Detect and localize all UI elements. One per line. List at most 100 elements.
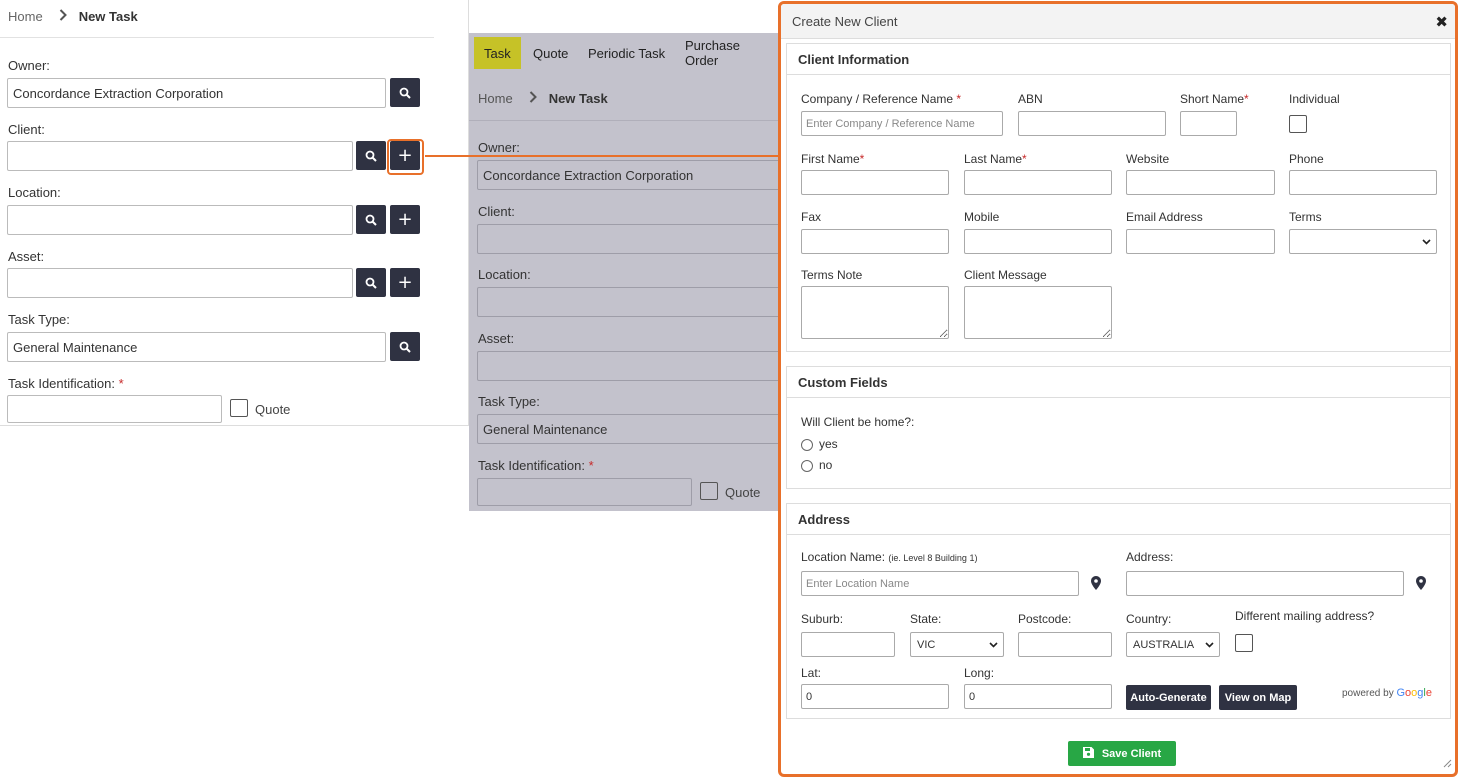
phone-input[interactable] xyxy=(1289,170,1437,195)
terms-label: Terms xyxy=(1289,210,1322,224)
state-label: State: xyxy=(910,612,942,626)
add-location-button[interactable]: + xyxy=(390,205,420,234)
client-input[interactable] xyxy=(7,141,353,171)
radio-no[interactable] xyxy=(801,460,813,472)
suburb-label: Suburb: xyxy=(801,612,844,626)
chevron-right-icon xyxy=(529,90,537,106)
short-name-input[interactable] xyxy=(1180,111,1237,136)
add-asset-button[interactable]: + xyxy=(390,268,420,297)
task-type-input[interactable] xyxy=(7,332,386,362)
abn-label: ABN xyxy=(1018,92,1043,106)
terms-select[interactable] xyxy=(1289,229,1437,254)
short-name-label: Short Name* xyxy=(1180,92,1249,106)
mobile-label: Mobile xyxy=(964,210,1000,224)
tab-purchase-order[interactable]: Purchase Order xyxy=(675,37,781,69)
lat-input[interactable] xyxy=(801,684,949,709)
website-label: Website xyxy=(1126,152,1170,166)
postcode-input[interactable] xyxy=(1018,632,1112,657)
breadcrumb: Home New Task xyxy=(8,8,138,24)
location-input[interactable] xyxy=(7,205,353,235)
add-client-highlight xyxy=(387,139,424,175)
country-selected-value: AUSTRALIA xyxy=(1133,638,1195,651)
terms-note-textarea[interactable] xyxy=(801,286,949,339)
fax-label: Fax xyxy=(801,210,822,224)
last-name-input[interactable] xyxy=(964,170,1112,195)
location-name-input[interactable] xyxy=(801,571,1079,596)
task-identification-input[interactable] xyxy=(7,395,222,423)
powered-by-google: powered by Google xyxy=(1342,687,1432,699)
address-title: Address xyxy=(798,512,851,527)
map-pin-icon[interactable] xyxy=(1091,576,1101,593)
asset-input[interactable] xyxy=(7,268,353,298)
view-on-map-button[interactable]: View on Map xyxy=(1219,685,1297,710)
client-search-button[interactable] xyxy=(356,141,386,170)
company-input[interactable] xyxy=(801,111,1003,136)
long-label: Long: xyxy=(964,666,995,680)
panel-header: Client Information xyxy=(787,44,1450,75)
client-information-panel: Client Information Company / Reference N… xyxy=(786,43,1451,352)
breadcrumb: Home New Task xyxy=(478,90,608,106)
resize-handle-icon[interactable] xyxy=(1442,756,1452,771)
owner-search-button[interactable] xyxy=(390,78,420,107)
owner-input[interactable] xyxy=(7,78,386,108)
divider xyxy=(0,37,434,38)
task-type-search-button[interactable] xyxy=(390,332,420,361)
tab-quote[interactable]: Quote xyxy=(523,37,578,69)
chevron-right-icon xyxy=(59,8,67,24)
asset-search-button[interactable] xyxy=(356,268,386,297)
short-name-label-text: Short Name xyxy=(1180,92,1245,106)
task-identification-label: Task Identification: * xyxy=(8,376,124,391)
phone-label: Phone xyxy=(1289,152,1324,166)
task-identification-label-text: Task Identification: xyxy=(8,376,115,391)
auto-generate-button[interactable]: Auto-Generate xyxy=(1126,685,1211,710)
email-input[interactable] xyxy=(1126,229,1275,254)
state-select[interactable]: VIC xyxy=(910,632,1004,657)
long-input[interactable] xyxy=(964,684,1112,709)
quote-checkbox xyxy=(700,482,718,500)
map-pin-icon[interactable] xyxy=(1416,576,1426,593)
close-icon[interactable]: ✖ xyxy=(1435,13,1448,31)
mailing-address-checkbox[interactable] xyxy=(1235,634,1253,652)
radio-no-label: no xyxy=(819,458,833,472)
save-client-label: Save Client xyxy=(1101,747,1162,760)
plus-icon: + xyxy=(397,208,413,230)
mailing-address-label: Different mailing address? xyxy=(1235,609,1375,623)
postcode-label: Postcode: xyxy=(1018,612,1072,626)
task-type-input xyxy=(477,414,781,444)
owner-label: Owner: xyxy=(8,58,50,73)
save-client-button[interactable]: Save Client xyxy=(1068,741,1176,766)
fax-input[interactable] xyxy=(801,229,949,254)
website-input[interactable] xyxy=(1126,170,1275,195)
custom-fields-panel: Custom Fields Will Client be home?: yes … xyxy=(786,366,1451,489)
client-message-label: Client Message xyxy=(964,268,1047,282)
plus-icon: + xyxy=(397,271,413,293)
required-mark: * xyxy=(588,458,594,473)
breadcrumb-home[interactable]: Home xyxy=(478,91,513,106)
required-mark: * xyxy=(1244,92,1249,106)
google-logo: Google xyxy=(1396,687,1432,699)
task-identification-label: Task Identification: * xyxy=(478,458,594,473)
client-message-textarea[interactable] xyxy=(964,286,1112,339)
suburb-input[interactable] xyxy=(801,632,895,657)
tab-task[interactable]: Task xyxy=(474,37,521,69)
abn-input[interactable] xyxy=(1018,111,1166,136)
radio-yes-label: yes xyxy=(819,437,838,451)
search-icon xyxy=(365,214,377,226)
country-select[interactable]: AUSTRALIA xyxy=(1126,632,1220,657)
location-search-button[interactable] xyxy=(356,205,386,234)
individual-checkbox[interactable] xyxy=(1289,115,1307,133)
lat-label: Lat: xyxy=(801,666,822,680)
radio-yes[interactable] xyxy=(801,439,813,451)
breadcrumb-home[interactable]: Home xyxy=(8,9,43,24)
task-type-label: Task Type: xyxy=(8,312,70,327)
chevron-down-icon xyxy=(1205,640,1214,652)
state-selected-value: VIC xyxy=(917,638,936,651)
modal-title: Create New Client xyxy=(792,14,898,29)
first-name-input[interactable] xyxy=(801,170,949,195)
address-input[interactable] xyxy=(1126,571,1404,596)
tab-periodic-task[interactable]: Periodic Task xyxy=(578,37,675,69)
panel-header: Address xyxy=(787,504,1450,535)
mobile-input[interactable] xyxy=(964,229,1112,254)
client-information-title: Client Information xyxy=(798,52,910,67)
quote-checkbox[interactable] xyxy=(230,399,248,417)
